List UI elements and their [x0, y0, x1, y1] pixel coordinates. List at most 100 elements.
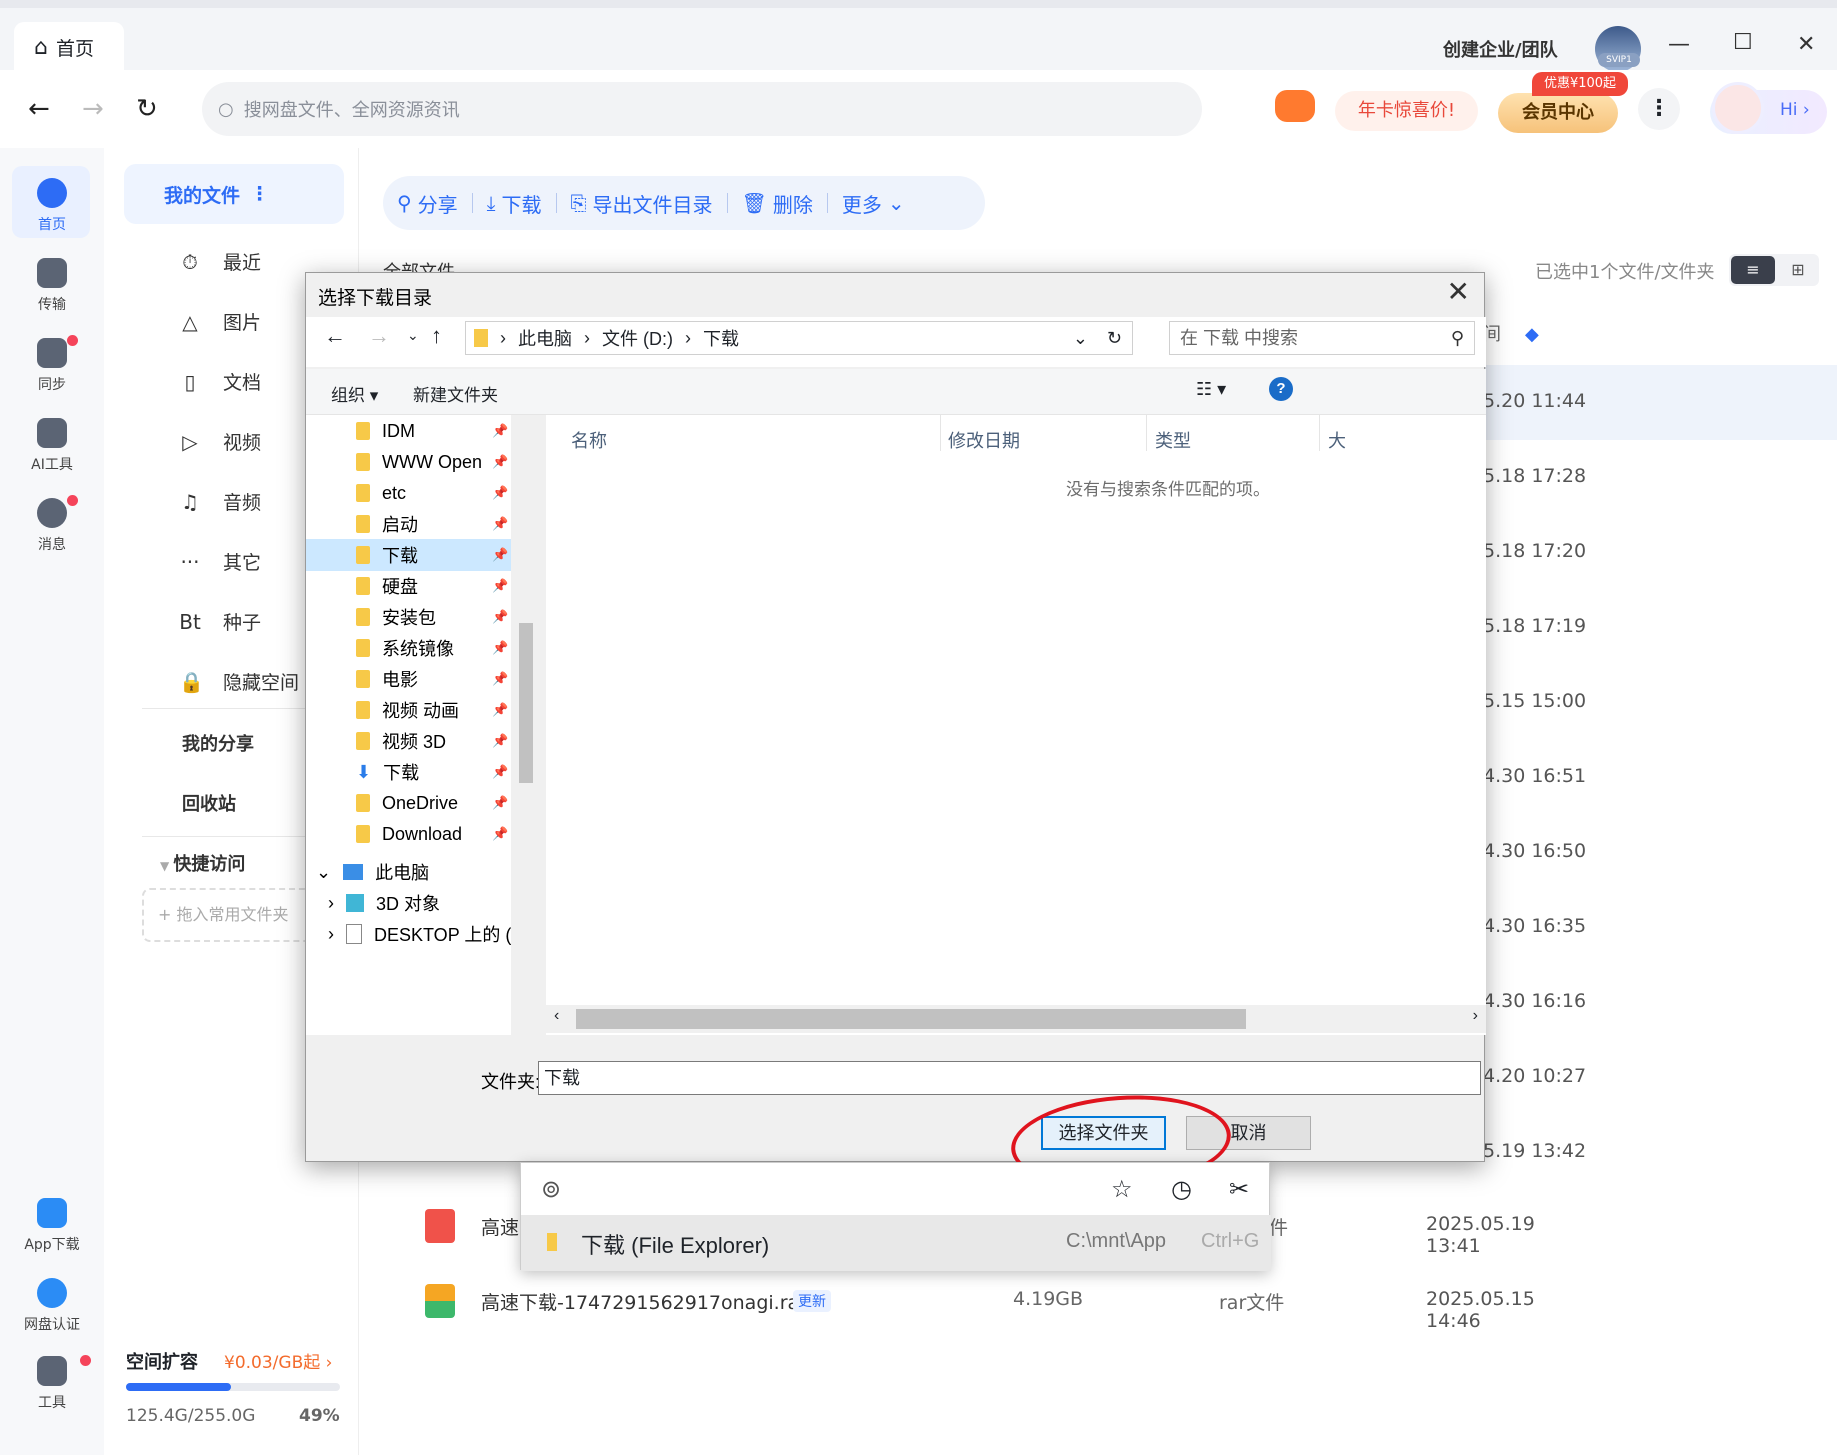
rail-verify[interactable]: 网盘认证: [14, 1278, 90, 1334]
list-view-icon[interactable]: ≡: [1731, 256, 1775, 284]
tree-node[interactable]: WWW Open 📌: [306, 446, 511, 478]
horizontal-scrollbar-thumb[interactable]: [576, 1009, 1246, 1029]
column-modified[interactable]: 修改日期: [948, 427, 1020, 453]
horizontal-scrollbar[interactable]: ‹ ›: [546, 1005, 1486, 1033]
up-icon[interactable]: ↑: [431, 323, 442, 349]
tree-node[interactable]: 视频 动画 📌: [306, 694, 511, 726]
sidebar-item-recent[interactable]: ⏱ 最近: [179, 248, 261, 275]
tree-node[interactable]: etc 📌: [306, 477, 511, 509]
sidebar-item-torrents[interactable]: Bt 种子: [179, 608, 261, 635]
rail-transfer[interactable]: 传输: [14, 258, 90, 314]
column-name[interactable]: 名称: [571, 427, 607, 453]
vip-center-button[interactable]: 会员中心: [1498, 93, 1618, 133]
column-size[interactable]: 大: [1328, 427, 1346, 453]
sidebar-my-files[interactable]: 我的文件 ⋮: [124, 164, 344, 224]
tree-node[interactable]: 系统镜像 📌: [306, 632, 511, 664]
tree-scrollbar-thumb[interactable]: [519, 623, 533, 783]
chevron-down-icon[interactable]: ⌄: [1073, 328, 1088, 349]
file-type: 件: [1269, 1217, 1289, 1239]
rail-ai[interactable]: AI工具: [14, 418, 90, 474]
help-icon[interactable]: ?: [1269, 377, 1293, 401]
scroll-left-icon[interactable]: ‹: [554, 1007, 559, 1025]
view-options-icon[interactable]: ☷ ▾: [1196, 379, 1226, 400]
sidebar-my-share[interactable]: 我的分享: [182, 730, 254, 756]
launcher-result-row[interactable]: 下载 (File Explorer) C:\mnt\App Ctrl+G: [521, 1215, 1271, 1271]
back-icon[interactable]: ←: [324, 323, 346, 349]
tree-node[interactable]: 电影 📌: [306, 663, 511, 695]
sidebar-item-icon: 🔒: [179, 669, 204, 694]
settings-tools-icon[interactable]: ✂: [1229, 1175, 1249, 1204]
new-folder-button[interactable]: 新建文件夹: [413, 381, 498, 406]
minimize-icon[interactable]: —: [1668, 32, 1690, 57]
search-input[interactable]: ○ 搜网盘文件、全网资源资讯: [202, 82, 1202, 136]
quick-access-dropzone[interactable]: + 拖入常用文件夹: [142, 888, 312, 942]
tree-node[interactable]: ⬇ 下载 📌: [306, 756, 511, 788]
create-enterprise-link[interactable]: 创建企业/团队: [1443, 36, 1558, 62]
gamepad-icon[interactable]: [1275, 90, 1315, 122]
column-type[interactable]: 类型: [1155, 427, 1191, 453]
sidebar-quick-access[interactable]: ▼ 快捷访问: [160, 850, 245, 876]
kebab-icon[interactable]: ⋮: [250, 183, 269, 205]
recent-locations-icon[interactable]: ⌄: [407, 327, 419, 344]
tree-node-selected[interactable]: 下载 📌: [306, 539, 511, 571]
share-label: 分享: [417, 192, 458, 217]
forward-icon[interactable]: →: [82, 94, 104, 124]
tree-node[interactable]: ⌄ 此电脑: [306, 856, 511, 888]
sidebar-item-videos[interactable]: ▷ 视频: [179, 428, 261, 455]
more-button[interactable]: 更多 ⌄: [842, 189, 905, 218]
refresh-icon[interactable]: ↻: [136, 94, 158, 124]
storage-upgrade-link[interactable]: ¥0.03/GB起 ›: [224, 1348, 332, 1373]
sidebar-item-hidden-space[interactable]: 🔒 隐藏空间: [179, 668, 299, 695]
tree-node[interactable]: › DESKTOP 上的 (: [306, 918, 511, 950]
promo-button[interactable]: 年卡惊喜价!: [1335, 91, 1478, 131]
tree-node[interactable]: OneDrive 📌: [306, 787, 511, 819]
close-icon[interactable]: ✕: [1447, 275, 1470, 308]
tree-node[interactable]: 安装包 📌: [306, 601, 511, 633]
rail-app-download[interactable]: App下载: [14, 1198, 90, 1254]
sidebar-item-docs[interactable]: ▯ 文档: [179, 368, 261, 395]
sidebar-item-audio[interactable]: ♫ 音频: [179, 488, 261, 515]
rail-home[interactable]: 首页: [14, 178, 90, 234]
star-icon[interactable]: ☆: [1111, 1175, 1133, 1204]
export-button[interactable]: ⎘ 导出文件目录: [571, 189, 713, 218]
folder-name-input[interactable]: 下载: [538, 1061, 1481, 1095]
tree-node[interactable]: IDM 📌: [306, 415, 511, 447]
tab-home[interactable]: ⌂ 首页: [14, 22, 124, 72]
back-icon[interactable]: ←: [28, 94, 50, 124]
messages-icon: [37, 498, 67, 528]
close-icon[interactable]: ✕: [1797, 32, 1815, 57]
download-button[interactable]: ⤓ 下载: [487, 189, 542, 218]
rail-messages[interactable]: 消息: [14, 498, 90, 554]
refresh-icon[interactable]: ↻: [1107, 328, 1122, 349]
share-button[interactable]: ⚲ 分享: [397, 189, 458, 218]
tree-node[interactable]: Download 📌: [306, 818, 511, 850]
table-row[interactable]: 高速下载-1747291562917onagi.rar 更新 4.19GB ra…: [383, 1270, 1583, 1332]
download-icon: ⤓: [486, 191, 496, 215]
rail-verify-label: 网盘认证: [24, 1317, 80, 1333]
path-segment[interactable]: 此电脑: [518, 325, 572, 351]
path-segment[interactable]: 下载: [703, 325, 739, 351]
history-icon[interactable]: ◷: [1171, 1175, 1192, 1204]
path-segment[interactable]: 文件 (D:): [602, 325, 673, 351]
rail-tools[interactable]: 工具: [14, 1356, 90, 1412]
tree-node-label: IDM: [382, 420, 415, 441]
forward-icon[interactable]: →: [368, 323, 390, 349]
sidebar-item-images[interactable]: △ 图片: [179, 308, 261, 335]
tree-node[interactable]: 硬盘 📌: [306, 570, 511, 602]
rail-sync[interactable]: 同步: [14, 338, 90, 394]
tree-node[interactable]: 视频 3D 📌: [306, 725, 511, 757]
scroll-right-icon[interactable]: ›: [1473, 1007, 1478, 1025]
column-header-time[interactable]: 间 ◆: [1483, 320, 1539, 346]
organize-button[interactable]: 组织 ▾: [331, 381, 378, 406]
address-bar[interactable]: › 此电脑 › 文件 (D:) › 下载 ⌄ ↻: [465, 321, 1133, 355]
more-menu-icon[interactable]: ⋮: [1638, 88, 1680, 130]
sidebar-item-other[interactable]: ··· 其它: [179, 548, 261, 575]
tree-node[interactable]: 启动 📌: [306, 508, 511, 540]
sidebar-item-label: 图片: [223, 312, 262, 334]
tree-node[interactable]: › 3D 对象: [306, 887, 511, 919]
grid-view-icon[interactable]: ⊞: [1779, 256, 1817, 284]
delete-button[interactable]: 🗑 删除: [742, 189, 813, 218]
maximize-icon[interactable]: ☐: [1733, 30, 1753, 55]
sidebar-recycle-bin[interactable]: 回收站: [182, 790, 236, 816]
dialog-search-input[interactable]: 在 下载 中搜索 ⚲: [1169, 321, 1475, 355]
